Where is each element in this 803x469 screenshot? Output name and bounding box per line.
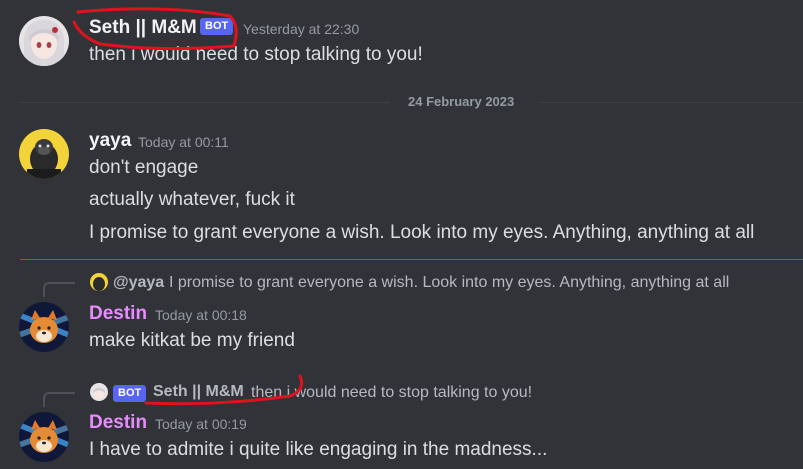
- reply-mention[interactable]: @yaya: [113, 274, 164, 292]
- bot-badge: BOT: [200, 18, 234, 35]
- anime-girl-avatar-icon: [19, 16, 69, 66]
- date-divider-line-left: [20, 102, 390, 103]
- reply-author-name[interactable]: Seth || M&M: [153, 383, 244, 401]
- yaya-message-line-1: don't engage: [89, 157, 199, 178]
- yaya-message-line-2: actually whatever, fuck it: [89, 189, 295, 210]
- shiba-dog-avatar-icon: [19, 412, 69, 462]
- destin-avatar[interactable]: [19, 412, 69, 462]
- yaya-message-line-3: I promise to grant everyone a wish. Look…: [89, 222, 755, 243]
- date-divider-line-right: [540, 102, 803, 103]
- yaya-mini-avatar: [90, 273, 108, 291]
- seth-mini-avatar: [90, 383, 108, 401]
- destin-timestamp[interactable]: Today at 00:18: [155, 307, 247, 323]
- yaya-avatar[interactable]: [19, 129, 69, 179]
- seth-message-text: then i would need to stop talking to you…: [89, 44, 423, 65]
- reply-preview-text[interactable]: I promise to grant everyone a wish. Look…: [169, 274, 729, 292]
- new-messages-divider: [20, 259, 803, 260]
- seth-timestamp[interactable]: Yesterday at 22:30: [243, 21, 359, 37]
- reply-preview-text[interactable]: then i would need to stop talking to you…: [251, 384, 532, 402]
- date-divider-label: 24 February 2023: [408, 94, 515, 109]
- destin-message-text: make kitkat be my friend: [89, 330, 295, 351]
- reply-bot-badge: BOT: [113, 385, 147, 402]
- destin-timestamp[interactable]: Today at 00:19: [155, 416, 247, 432]
- yaya-timestamp[interactable]: Today at 00:11: [138, 134, 229, 150]
- gorilla-avatar-icon: [19, 129, 69, 179]
- seth-avatar[interactable]: [19, 16, 69, 66]
- destin-avatar[interactable]: [19, 302, 69, 352]
- yaya-author-name[interactable]: yaya: [89, 130, 131, 152]
- shiba-dog-avatar-icon: [19, 302, 69, 352]
- gorilla-mini-icon: [93, 277, 105, 291]
- reply-spine: [43, 392, 75, 407]
- destin-message-text: I have to admite i quite like engaging i…: [89, 439, 548, 460]
- destin-author-name[interactable]: Destin: [89, 412, 147, 434]
- seth-author-name[interactable]: Seth || M&M: [89, 17, 197, 39]
- anime-girl-mini-icon: [93, 387, 105, 399]
- destin-author-name[interactable]: Destin: [89, 303, 147, 325]
- reply-spine: [43, 282, 75, 297]
